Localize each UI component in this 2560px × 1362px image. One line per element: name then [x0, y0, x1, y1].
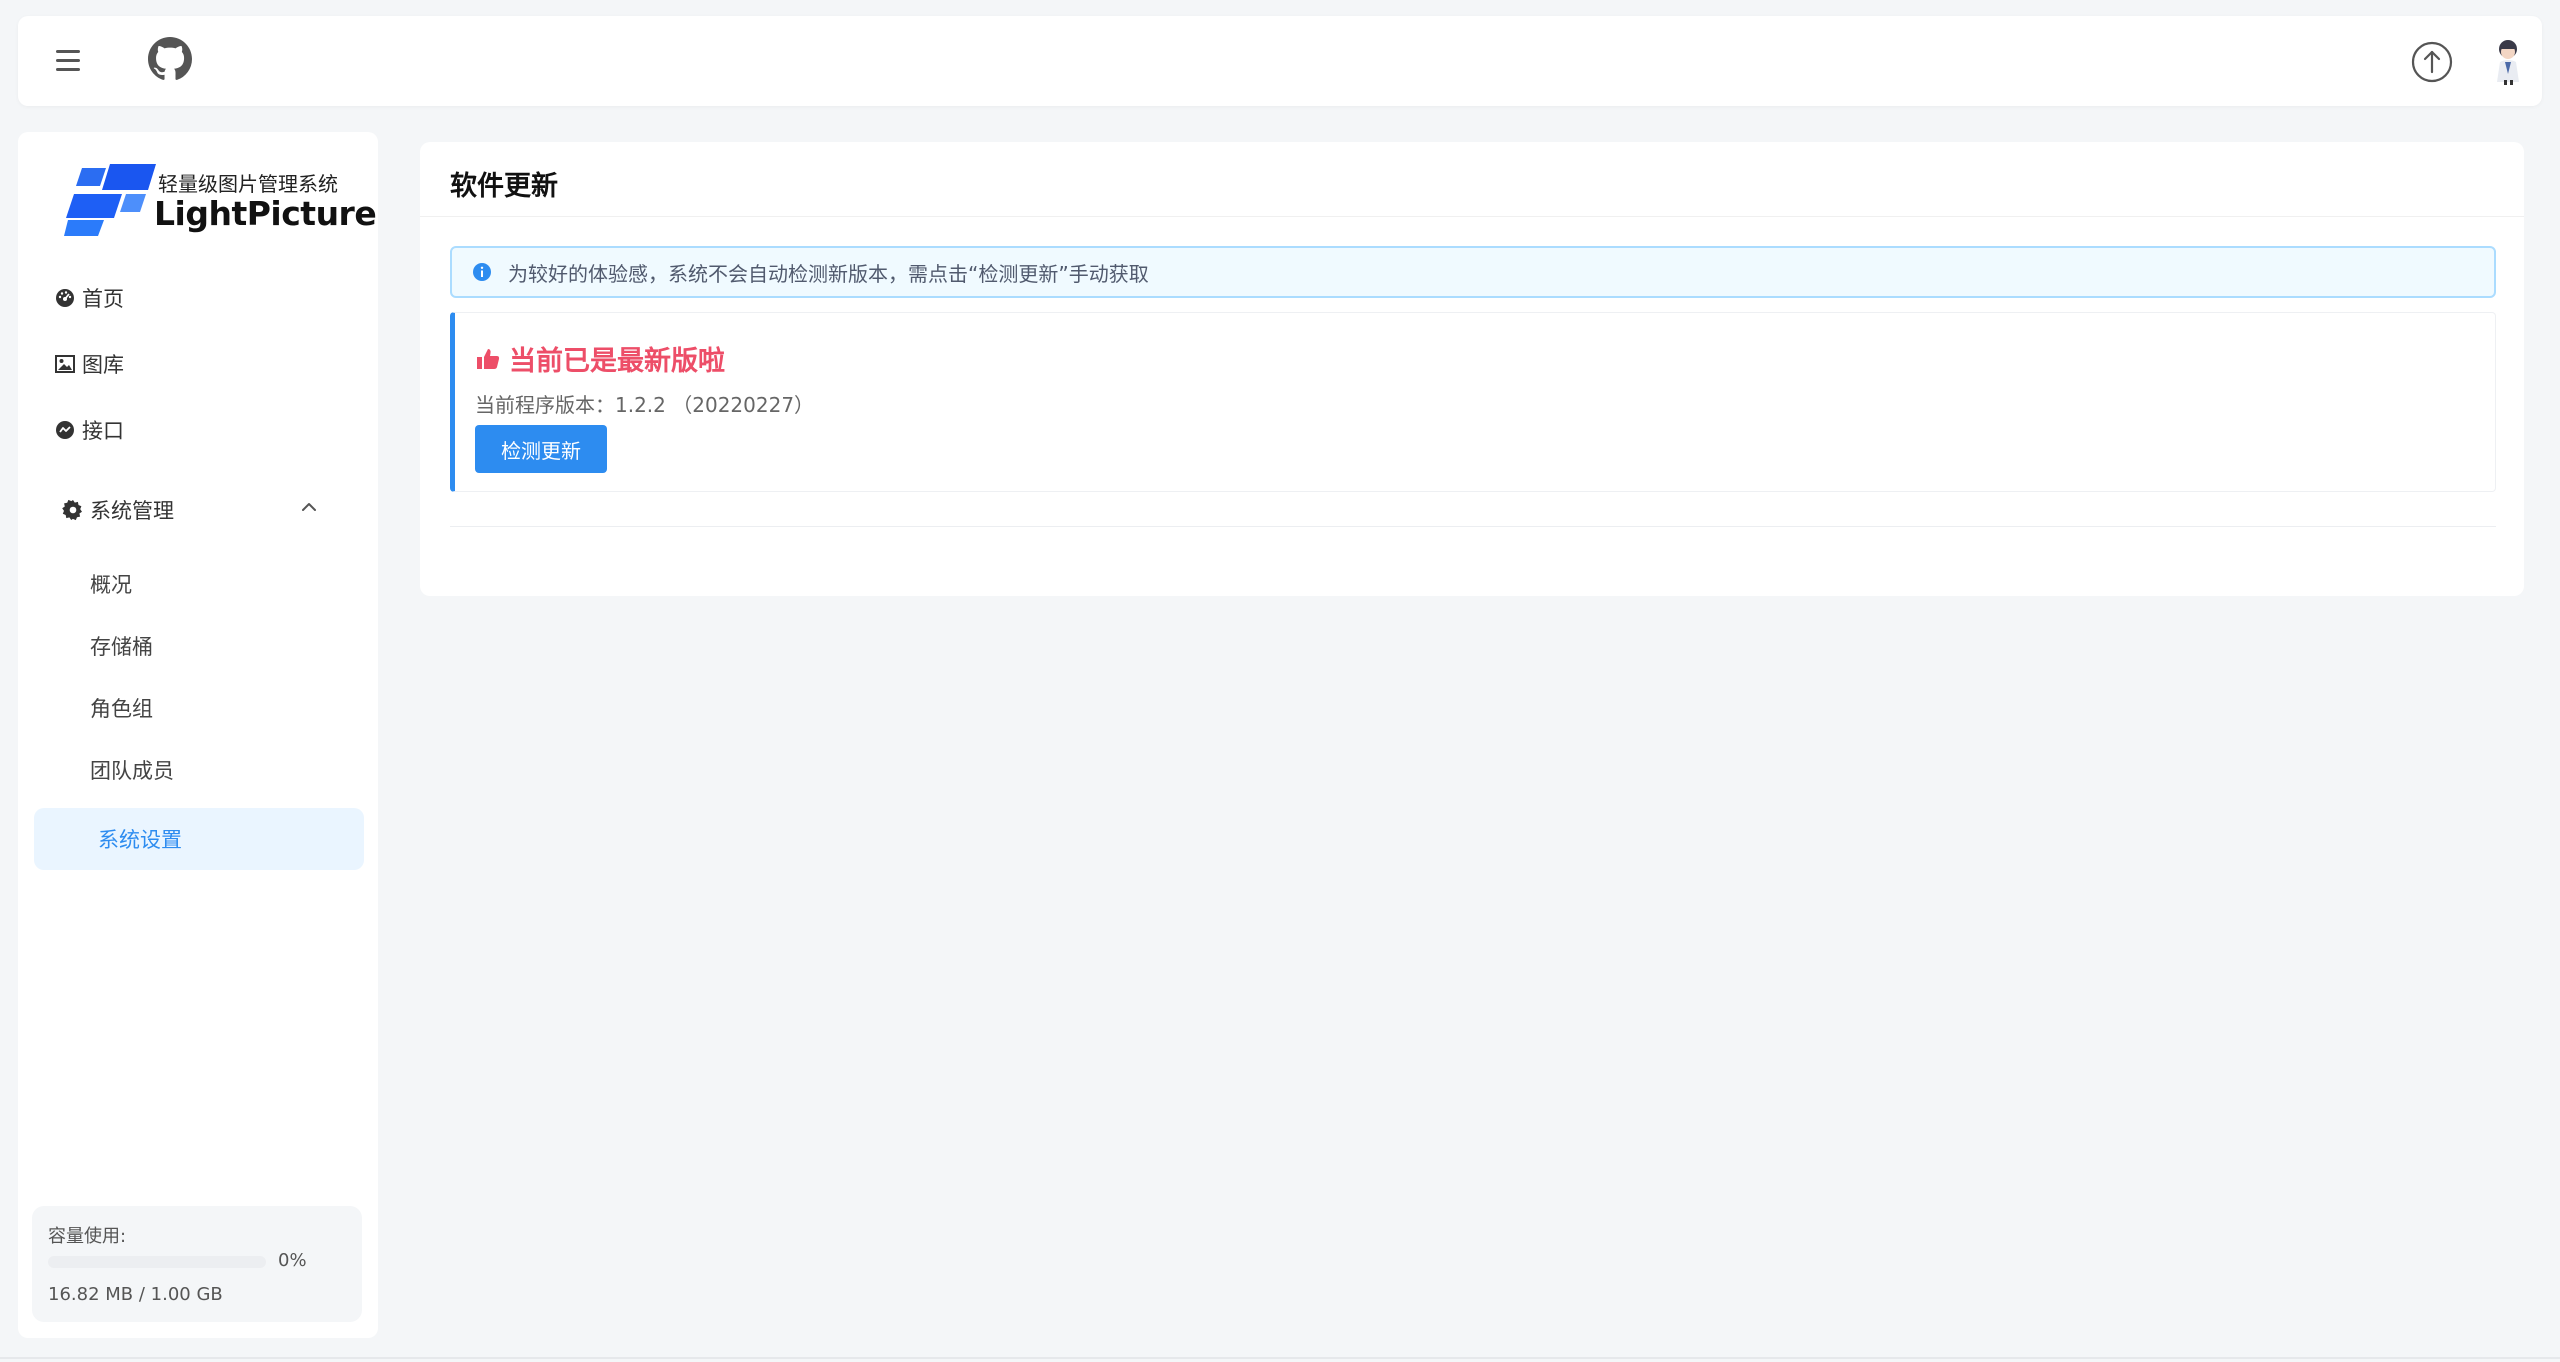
user-avatar[interactable]: [2484, 36, 2532, 86]
logo-icon: [64, 164, 156, 236]
chevron-up-icon[interactable]: [300, 498, 318, 516]
divider: [450, 526, 2496, 527]
page-bottom-border: [0, 1357, 2560, 1359]
sidebar-item-gallery[interactable]: 图库: [36, 338, 356, 390]
sidebar-item-api[interactable]: 接口: [36, 404, 356, 456]
page-title: 软件更新: [450, 171, 558, 202]
github-icon[interactable]: [148, 37, 192, 81]
alert-text: 为较好的体验感，系统不会自动检测新版本，需点击“检测更新”手动获取: [508, 261, 1149, 286]
image-icon: [55, 355, 75, 373]
sidebar-subitem-team-members[interactable]: 团队成员: [34, 742, 364, 798]
sidebar-item-system-management[interactable]: 系统管理: [36, 484, 356, 536]
logo[interactable]: 轻量级图片管理系统 LightPicture: [64, 162, 377, 236]
software-update-card: 软件更新 为较好的体验感，系统不会自动检测新版本，需点击“检测更新”手动获取 当…: [420, 142, 2524, 596]
hamburger-menu-icon[interactable]: [48, 44, 88, 78]
sidebar-item-label: 图库: [82, 353, 124, 377]
version-text: 当前程序版本：1.2.2 （20220227）: [475, 393, 815, 417]
gear-icon: [62, 499, 82, 521]
storage-used-text: 16.82 MB / 1.00 GB: [48, 1284, 223, 1305]
dashboard-icon: [56, 289, 74, 307]
sidebar-item-label: 接口: [82, 419, 124, 443]
check-update-button[interactable]: 检测更新: [475, 425, 607, 473]
storage-usage-panel: 容量使用: 0% 16.82 MB / 1.00 GB: [32, 1206, 362, 1322]
sidebar-subitem-storage-bucket[interactable]: 存储桶: [34, 618, 364, 674]
update-status-box: 当前已是最新版啦 当前程序版本：1.2.2 （20220227） 检测更新: [450, 312, 2496, 492]
storage-progress-bar: [48, 1256, 266, 1268]
logo-subtitle: 轻量级图片管理系统: [158, 172, 338, 196]
sidebar-item-home[interactable]: 首页: [36, 272, 356, 324]
storage-label: 容量使用:: [48, 1226, 127, 1247]
api-icon: [56, 421, 74, 439]
info-alert: 为较好的体验感，系统不会自动检测新版本，需点击“检测更新”手动获取: [450, 246, 2496, 298]
info-icon: [473, 263, 491, 281]
sidebar-subitem-role-group[interactable]: 角色组: [34, 680, 364, 736]
status-title-text: 当前已是最新版啦: [509, 346, 725, 377]
sidebar-subitem-overview[interactable]: 概况: [34, 556, 364, 612]
divider: [420, 216, 2524, 217]
sidebar-item-label: 首页: [82, 287, 124, 311]
sidebar-subitem-system-settings[interactable]: 系统设置: [34, 808, 364, 870]
sidebar-item-label: 系统管理: [90, 499, 174, 523]
logo-title: LightPicture: [154, 194, 377, 233]
storage-percent: 0%: [278, 1250, 307, 1271]
top-header: [18, 16, 2542, 106]
thumbs-up-icon: [477, 348, 500, 369]
status-title: 当前已是最新版啦: [475, 339, 725, 378]
upload-arrow-icon[interactable]: [2410, 40, 2454, 84]
sidebar: 轻量级图片管理系统 LightPicture 首页 图库 接口 系统管理 概况 …: [18, 132, 378, 1338]
